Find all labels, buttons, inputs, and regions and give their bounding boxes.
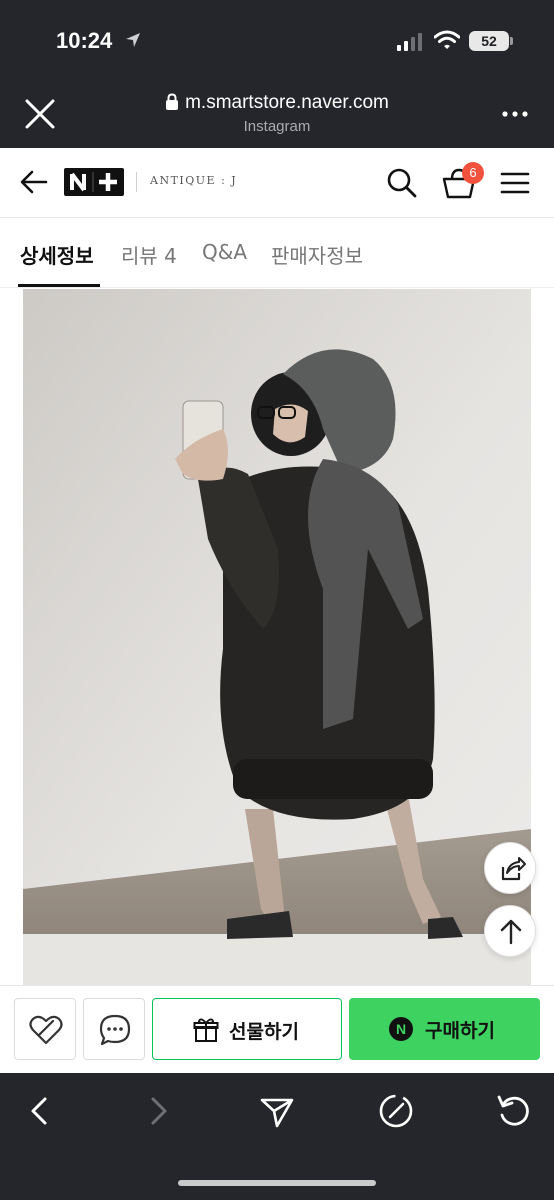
- tab-details[interactable]: 상세정보: [20, 240, 94, 269]
- chevron-right-icon[interactable]: [138, 1091, 178, 1131]
- chat-bubble-icon: [99, 1014, 131, 1046]
- reload-icon[interactable]: [494, 1091, 534, 1131]
- wifi-icon: [434, 30, 460, 49]
- gift-icon: [193, 1018, 219, 1042]
- share-button[interactable]: [484, 842, 536, 894]
- url-text: m.smartstore.naver.com: [185, 92, 389, 113]
- in-app-browser-bar: m.smartstore.naver.com Instagram: [0, 84, 554, 148]
- naver-plus-logo[interactable]: [64, 168, 124, 196]
- purchase-bar: 선물하기 N 구매하기: [0, 985, 554, 1073]
- gift-button[interactable]: 선물하기: [152, 998, 342, 1060]
- cart-count-badge: 6: [462, 162, 484, 184]
- heart-icon: [29, 1015, 63, 1045]
- logo-divider: [136, 172, 137, 192]
- battery-tip: [510, 37, 513, 45]
- store-name[interactable]: ANTIQUE : J: [150, 174, 237, 187]
- url-source: Instagram: [243, 118, 311, 135]
- naver-pay-n-icon: N: [389, 1017, 413, 1041]
- location-arrow-icon: [126, 33, 140, 47]
- talk-button[interactable]: [83, 998, 145, 1060]
- active-tab-indicator: [18, 284, 100, 287]
- tab-reviews[interactable]: 리뷰 4: [121, 240, 177, 269]
- buy-button-label: 구매하기: [425, 1020, 495, 1042]
- product-detail-content: [0, 289, 554, 985]
- more-options-icon[interactable]: [500, 104, 530, 124]
- browser-toolbar: [0, 1073, 554, 1200]
- battery-indicator: 52: [469, 31, 509, 51]
- naver-plus-logo-mark: [70, 172, 117, 192]
- scroll-top-button[interactable]: [484, 905, 536, 957]
- gift-button-label: 선물하기: [229, 1021, 299, 1043]
- chevron-left-icon[interactable]: [20, 1091, 60, 1131]
- home-indicator: [178, 1180, 376, 1186]
- status-time: 10:24: [56, 28, 113, 53]
- product-tabs: 상세정보 리뷰 4 Q&A 판매자정보: [0, 218, 554, 288]
- tab-qna[interactable]: Q&A: [202, 240, 247, 264]
- product-photo: [23, 289, 531, 985]
- buy-button[interactable]: N 구매하기: [349, 998, 540, 1060]
- compass-safari-icon[interactable]: [376, 1091, 416, 1131]
- arrow-up-icon: [500, 919, 522, 945]
- status-bar: 10:24 52: [0, 0, 554, 84]
- cellular-signal-icon: [397, 33, 422, 51]
- wishlist-button[interactable]: [14, 998, 76, 1060]
- lock-icon: [166, 93, 179, 110]
- url-display[interactable]: m.smartstore.naver.com Instagram: [120, 92, 434, 135]
- search-icon[interactable]: [386, 167, 418, 199]
- share-icon: [501, 857, 526, 881]
- send-icon[interactable]: [257, 1091, 297, 1131]
- back-arrow-icon[interactable]: [18, 168, 50, 196]
- tab-seller-info[interactable]: 판매자정보: [271, 240, 363, 269]
- close-icon[interactable]: [22, 96, 58, 132]
- hamburger-menu-icon[interactable]: [500, 171, 530, 195]
